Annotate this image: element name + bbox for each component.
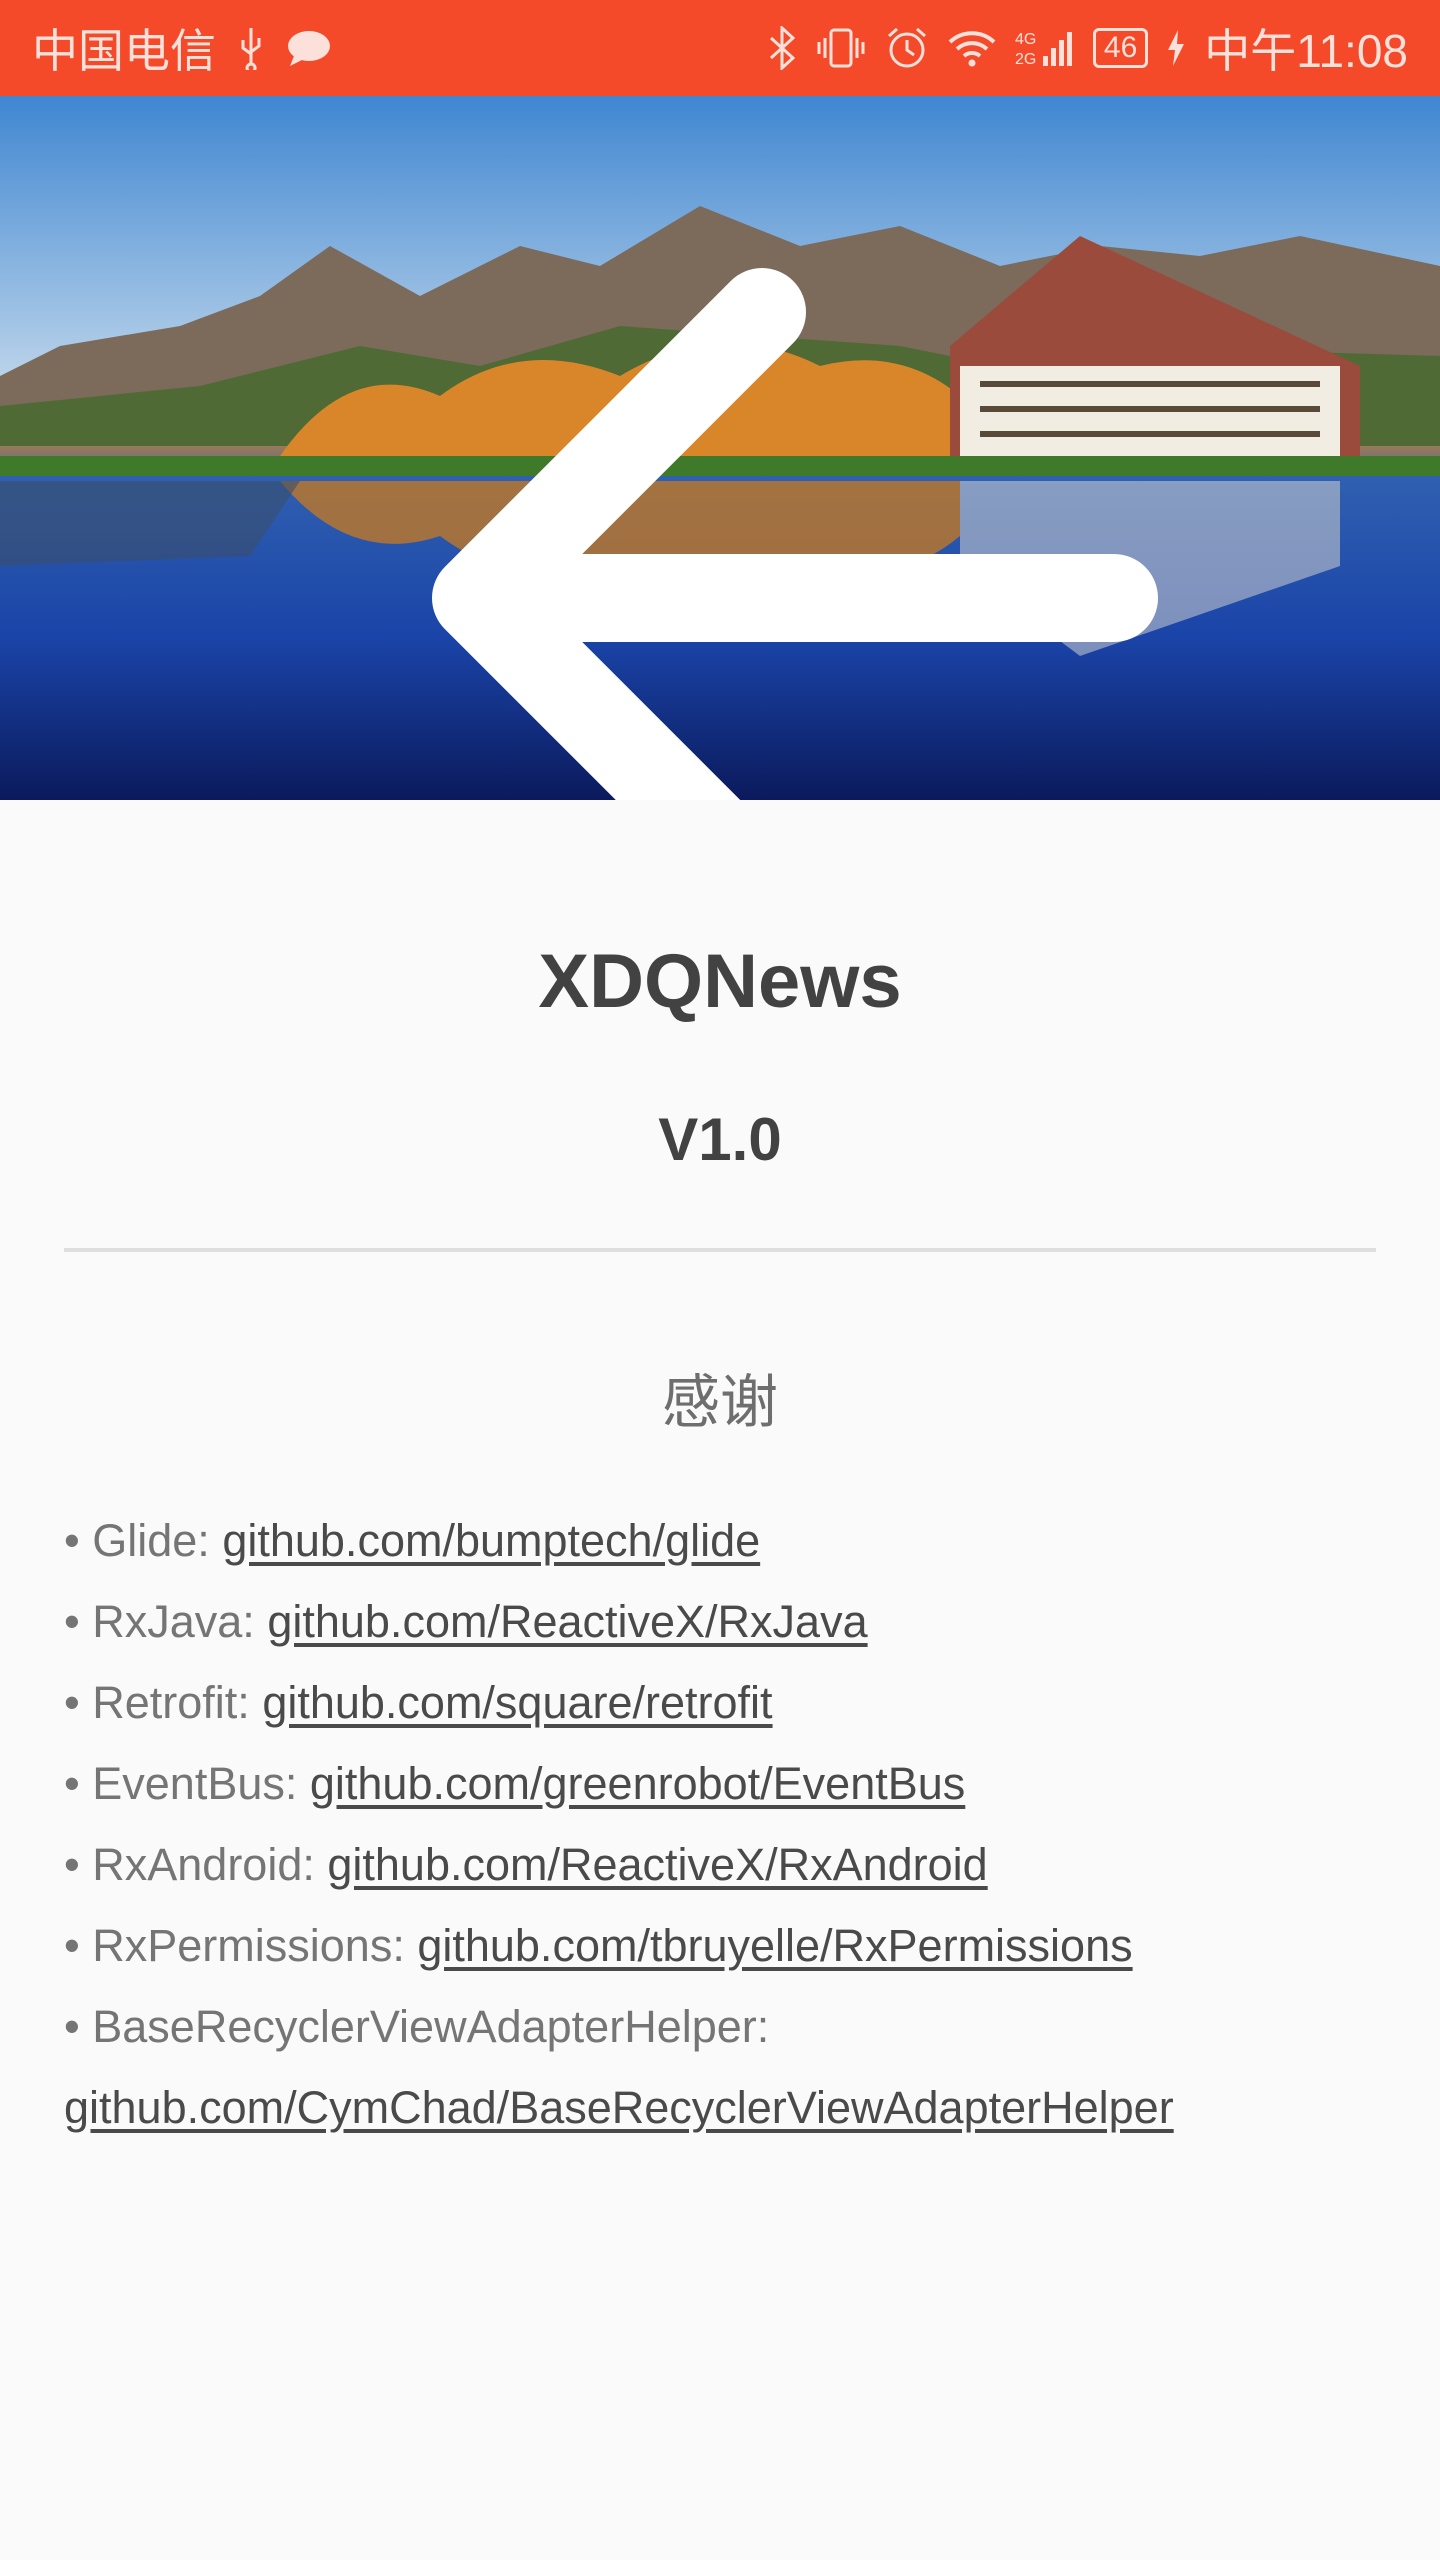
credits-list: • Glide: github.com/bumptech/glide • RxJ…: [64, 1500, 1376, 2148]
credit-link-rxandroid[interactable]: github.com/ReactiveX/RxAndroid: [327, 1839, 987, 1890]
credit-item-rxjava: • RxJava: github.com/ReactiveX/RxJava: [64, 1581, 1376, 1662]
app-name: XDQNews: [538, 939, 902, 1024]
credit-item-rxandroid: • RxAndroid: github.com/ReactiveX/RxAndr…: [64, 1824, 1376, 1905]
thanks-heading: 感谢: [661, 1370, 778, 1435]
charging-icon: [1166, 28, 1186, 68]
credit-item-rxpermissions: • RxPermissions: github.com/tbruyelle/Rx…: [64, 1905, 1376, 1986]
credit-label: • RxJava:: [64, 1596, 268, 1647]
svg-text:2G: 2G: [1015, 51, 1036, 68]
credit-item-baserecyclerviewadapterhelper: • BaseRecyclerViewAdapterHelper: github.…: [64, 1986, 1376, 2148]
back-button[interactable]: [64, 246, 1158, 800]
credit-item-retrofit: • Retrofit: github.com/square/retrofit: [64, 1662, 1376, 1743]
credit-item-eventbus: • EventBus: github.com/greenrobot/EventB…: [64, 1743, 1376, 1824]
credit-label: • Glide:: [64, 1515, 223, 1566]
credit-label: • EventBus:: [64, 1758, 310, 1809]
chat-icon: [286, 28, 332, 68]
credit-label: • Retrofit:: [64, 1677, 263, 1728]
credit-link-retrofit[interactable]: github.com/square/retrofit: [262, 1677, 772, 1728]
credit-label: • RxAndroid:: [64, 1839, 328, 1890]
app-version: V1.0: [658, 1106, 782, 1173]
credit-item-glide: • Glide: github.com/bumptech/glide: [64, 1500, 1376, 1581]
svg-text:4G: 4G: [1015, 31, 1036, 48]
bluetooth-icon: [767, 26, 797, 70]
header-image: [0, 96, 1440, 800]
credit-link-rxpermissions[interactable]: github.com/tbruyelle/RxPermissions: [417, 1920, 1132, 1971]
alarm-icon: [885, 26, 929, 70]
carrier-label: 中国电信: [32, 25, 216, 77]
vibrate-icon: [815, 26, 867, 70]
credit-link-eventbus[interactable]: github.com/greenrobot/EventBus: [310, 1758, 965, 1809]
arrow-left-icon: [432, 268, 1158, 800]
credit-link-glide[interactable]: github.com/bumptech/glide: [222, 1515, 760, 1566]
credit-link-rxjava[interactable]: github.com/ReactiveX/RxJava: [267, 1596, 867, 1647]
credit-link-baserecyclerviewadapterhelper[interactable]: github.com/CymChad/BaseRecyclerViewAdapt…: [64, 2082, 1174, 2133]
credit-label: • BaseRecyclerViewAdapterHelper:: [64, 2001, 770, 2052]
credit-label: • RxPermissions:: [64, 1920, 418, 1971]
battery-indicator: 46: [1092, 28, 1149, 68]
status-right: 4G 2G 46 中午11:08: [767, 15, 1408, 81]
status-left: 中国电信: [32, 15, 332, 81]
signal-icon: 4G 2G: [1015, 26, 1075, 70]
status-bar: 中国电信 4G 2G 46 中午11:08: [0, 0, 1440, 96]
wifi-icon: [947, 28, 997, 68]
usb-icon: [234, 26, 268, 70]
divider: [64, 1248, 1376, 1252]
clock: 中午11:08: [1204, 25, 1408, 77]
